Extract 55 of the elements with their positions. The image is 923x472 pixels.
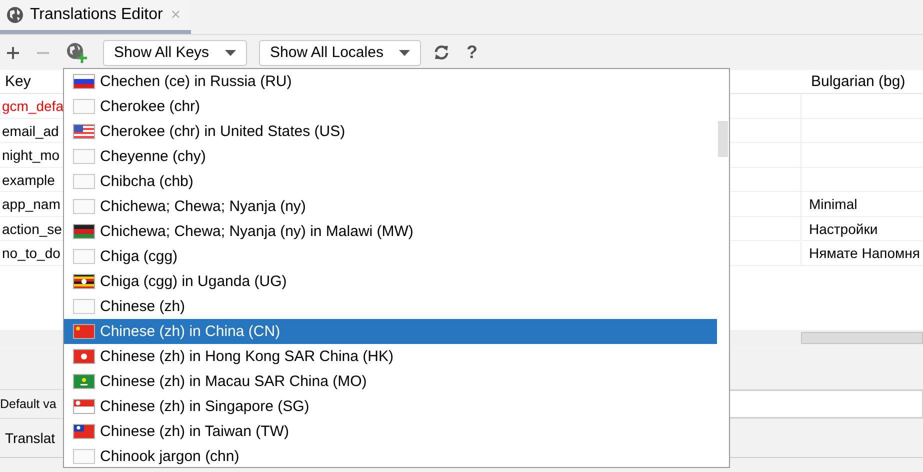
globe-add-icon[interactable] [66,42,87,63]
locale-option[interactable]: Chichewa; Chewa; Nyanja (ny) [64,194,717,219]
striped-flag-icon [73,74,95,89]
refresh-icon[interactable] [433,44,450,61]
scrollbar-thumb[interactable] [801,332,923,344]
striped-flag-icon [73,274,95,289]
scrollbar-thumb[interactable] [718,121,728,157]
locale-option[interactable]: Chichewa; Chewa; Nyanja (ny) in Malawi (MW) [64,219,717,244]
locale-option[interactable]: Cherokee (chr) [64,94,717,119]
key-cell-text: example [1,170,56,190]
locale-option[interactable]: Cherokee (chr) in United States (US) [64,119,717,144]
caret-icon [399,50,410,56]
field-label: Default va [0,397,56,411]
locale-option[interactable]: Chiga (cgg) in Uganda (UG) [64,269,717,294]
striped-flag-icon [73,224,95,239]
locales-filter-dropdown[interactable]: Show All Locales [259,40,422,66]
key-cell-text: night_mo [1,146,61,165]
globe-icon [6,6,24,24]
striped-flag-icon [73,124,95,139]
translation-cell: Настройки [800,216,923,240]
locale-option[interactable]: Cheyenne (chy) [64,144,717,169]
locale-option[interactable]: Chechen (ce) in Russia (RU) [64,69,717,94]
field-label: Translat [5,430,56,446]
locale-option[interactable]: Chinese (zh) in China (CN) [64,319,717,344]
locale-option[interactable]: Chinese (zh) [64,294,717,319]
blank-flag-icon [73,149,95,164]
locale-option[interactable]: Chibcha (chb) [64,169,717,194]
locale-option[interactable]: Chiga (cgg) [64,244,717,269]
blank-flag-icon [73,174,95,189]
translation-cell: Minimal [800,192,923,216]
blank-flag-icon [73,99,95,114]
blank-flag-icon [73,449,95,464]
key-cell-text: app_nam [1,195,62,214]
help-button[interactable]: ? [466,42,478,63]
key-cell-text: no_to_do [1,244,62,263]
flag-icon [73,424,95,439]
locale-option[interactable]: Chinese (zh) in Singapore (SG) [64,394,717,419]
translation-cell: Нямате Напомня [800,241,923,265]
blank-flag-icon [73,199,95,214]
key-cell-text: action_se [1,220,63,239]
blank-flag-icon [73,249,95,264]
add-icon[interactable] [6,46,20,60]
key-cell-text: email_ad [1,122,60,141]
column-header[interactable]: Key [0,70,63,93]
locale-option[interactable]: Chinook jargon (chn) [64,444,717,469]
caret-icon [225,50,236,56]
flag-icon [73,374,95,389]
locale-option[interactable]: Chinese (zh) in Taiwan (TW) [64,419,717,444]
locale-option[interactable]: Chinese (zh) in Hong Kong SAR China (HK) [64,344,717,369]
locale-option[interactable]: Chinese (zh) in Macau SAR China (MO) [64,369,717,394]
blank-flag-icon [73,299,95,314]
default-value-field[interactable] [729,390,923,418]
column-header[interactable]: Bulgarian (bg) [800,70,923,93]
flag-icon [73,399,95,414]
keys-filter-dropdown[interactable]: Show All Keys [103,40,248,66]
